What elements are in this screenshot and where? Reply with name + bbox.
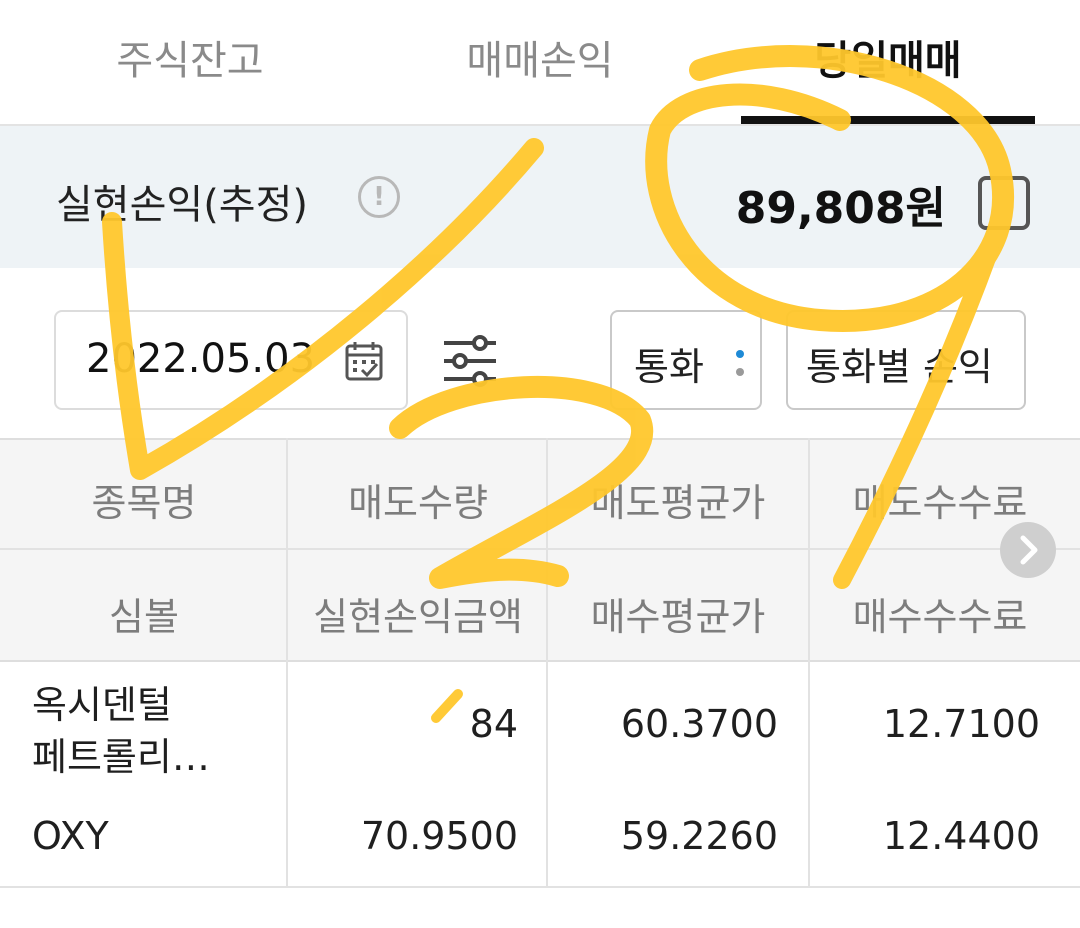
- currency-select[interactable]: 통화: [610, 310, 762, 410]
- date-picker[interactable]: 2022.05.03: [54, 310, 408, 410]
- sell-fee-value: 12.7100: [882, 702, 1040, 746]
- realized-pnl-label: 실현손익(추정): [56, 182, 309, 228]
- tab-today-trades[interactable]: 당일매매: [740, 0, 1036, 124]
- pnl-by-currency-label: 통화별 손익: [806, 345, 993, 389]
- active-tab-indicator: [741, 116, 1035, 124]
- col-header-name: 종목명: [91, 481, 197, 525]
- sell-avg-value: 60.3700: [620, 702, 778, 746]
- chevron-right-icon: [1020, 535, 1038, 565]
- table-bottom-border: [0, 886, 1080, 888]
- currency-select-label: 통화: [634, 345, 704, 389]
- col-header-realized-pnl: 실현손익금액: [313, 595, 523, 639]
- tab-bar: 주식잔고 매매손익 당일매매: [0, 0, 1080, 126]
- buy-fee-value: 12.4400: [882, 814, 1040, 858]
- pnl-by-currency-button[interactable]: 통화별 손익: [786, 310, 1026, 410]
- col-header-symbol: 심볼: [109, 595, 179, 639]
- col-header-sell-fee: 매도수수료: [852, 481, 1028, 525]
- hide-amount-toggle[interactable]: [978, 176, 1030, 230]
- calendar-icon: [345, 342, 383, 381]
- header-divider: [0, 548, 1080, 550]
- info-icon[interactable]: !: [358, 176, 400, 218]
- buy-avg-value: 59.2260: [620, 814, 778, 858]
- sell-qty-value: 84: [469, 702, 518, 746]
- col-header-sell-avg: 매도평균가: [590, 481, 766, 525]
- realized-pnl-value: 89,808원: [735, 183, 946, 234]
- realized-pnl-amount: 70.9500: [360, 814, 518, 858]
- realized-pnl-summary: 실현손익(추정) 89,808원: [0, 126, 1080, 268]
- col-header-buy-avg: 매수평균가: [590, 595, 766, 639]
- filter-settings-icon[interactable]: [440, 334, 500, 388]
- dropdown-dot-icon: [736, 350, 744, 358]
- stock-name-line2[interactable]: 페트롤리…: [32, 726, 210, 781]
- stock-name-line1[interactable]: 옥시덴털: [32, 674, 172, 729]
- col-header-buy-fee: 매수수수료: [852, 595, 1028, 639]
- date-value: 2022.05.03: [86, 336, 316, 382]
- dropdown-dot-icon: [736, 368, 744, 376]
- stock-symbol: OXY: [32, 814, 109, 858]
- tab-stock-balance[interactable]: 주식잔고: [40, 0, 340, 124]
- trade-table: 종목명 매도수량 매도평균가 매도수수료 심볼 실현손익금액 매수평균가 매수수…: [0, 438, 1080, 890]
- tab-trading-pnl[interactable]: 매매손익: [390, 0, 690, 124]
- col-header-sell-qty: 매도수량: [348, 481, 488, 525]
- scroll-right-button[interactable]: [1000, 522, 1056, 578]
